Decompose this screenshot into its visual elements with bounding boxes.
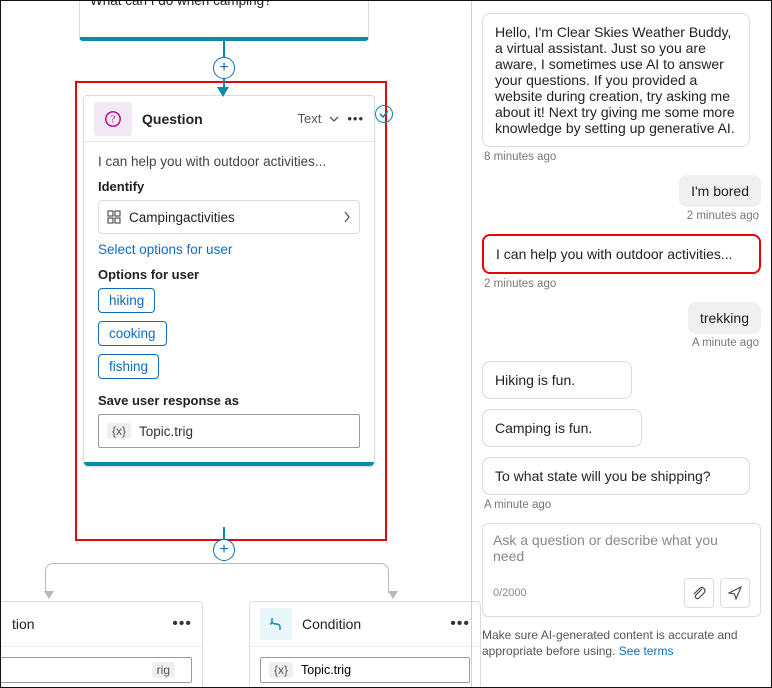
bot-message-4: To what state will you be shipping? — [482, 457, 750, 495]
save-label: Save user response as — [98, 393, 360, 408]
select-options-link[interactable]: Select options for user — [98, 242, 232, 257]
variable-value-right: Topic.trig — [301, 663, 351, 677]
identify-label: Identify — [98, 179, 360, 194]
arrow-down-icon-3 — [388, 591, 398, 599]
validation-check-icon — [375, 105, 393, 123]
condition-icon — [260, 608, 292, 640]
app-root: What activities can I do outdoors? What … — [0, 0, 772, 688]
flow-canvas[interactable]: What activities can I do outdoors? What … — [1, 1, 471, 688]
condition-more-button-left[interactable]: ••• — [172, 615, 192, 633]
trigger-line2: What can I do when camping? — [90, 0, 358, 8]
condition-title-right: Condition — [302, 616, 450, 632]
condition-var-right[interactable]: {x} Topic.trig — [260, 657, 470, 683]
disclaimer-text: Make sure AI-generated content is accura… — [482, 627, 761, 659]
identify-selector[interactable]: Campingactivities — [98, 200, 360, 234]
condition-node-left[interactable]: tion ••• rig — [0, 601, 203, 688]
timestamp-b4: A minute ago — [484, 499, 761, 511]
see-terms-link[interactable]: See terms — [619, 644, 674, 658]
condition-more-button-right[interactable]: ••• — [450, 615, 470, 633]
bot-message-highlighted: I can help you with outdoor activities..… — [482, 234, 761, 274]
question-type-label[interactable]: Text — [298, 111, 322, 126]
identify-value: Campingactivities — [129, 210, 235, 225]
svg-text:?: ? — [111, 114, 116, 125]
bot-message-2: Hiking is fun. — [482, 361, 632, 399]
bot-message-intro: Hello, I'm Clear Skies Weather Buddy, a … — [482, 13, 750, 147]
option-chip-cooking[interactable]: cooking — [98, 321, 167, 346]
arrow-down-icon — [217, 87, 229, 97]
condition-node-right[interactable]: Condition ••• {x} Topic.trig — [249, 601, 481, 688]
options-label: Options for user — [98, 267, 360, 282]
entity-icon — [107, 210, 121, 224]
question-message[interactable]: I can help you with outdoor activities..… — [98, 154, 360, 169]
question-more-button[interactable]: ••• — [347, 111, 364, 126]
question-icon: ? — [94, 102, 132, 136]
question-accent-bar — [84, 462, 374, 466]
chat-panel: Hello, I'm Clear Skies Weather Buddy, a … — [472, 1, 771, 688]
add-node-button-1[interactable]: + — [213, 57, 235, 79]
timestamp-u2: A minute ago — [692, 337, 759, 349]
timestamp-b1: 2 minutes ago — [484, 278, 761, 290]
chat-input-box[interactable]: Ask a question or describe what you need… — [482, 523, 761, 617]
condition-var-left[interactable]: rig — [0, 657, 192, 683]
variable-value-left: rig — [152, 662, 175, 678]
question-title: Question — [142, 111, 298, 127]
option-chip-fishing[interactable]: fishing — [98, 354, 159, 379]
add-node-button-2[interactable]: + — [213, 539, 235, 561]
user-message-1: I'm bored — [679, 175, 761, 207]
user-message-2: trekking — [688, 302, 761, 334]
variable-icon-2: {x} — [269, 662, 293, 678]
chat-placeholder: Ask a question or describe what you need — [493, 532, 750, 568]
attach-button[interactable] — [684, 578, 714, 608]
chevron-right-icon — [343, 211, 351, 223]
trigger-node[interactable]: What activities can I do outdoors? What … — [79, 0, 369, 41]
option-chip-hiking[interactable]: hiking — [98, 288, 155, 313]
bot-message-3: Camping is fun. — [482, 409, 642, 447]
branch-connector — [45, 563, 389, 593]
save-variable-value: Topic.trig — [139, 424, 193, 439]
question-header: ? Question Text ••• — [84, 96, 374, 142]
variable-icon: {x} — [107, 423, 131, 439]
arrow-down-icon-2 — [44, 591, 54, 599]
send-button[interactable] — [720, 578, 750, 608]
char-count: 0/2000 — [493, 587, 678, 599]
question-node[interactable]: ? Question Text ••• I can help you with … — [83, 95, 375, 467]
timestamp-intro: 8 minutes ago — [484, 151, 761, 163]
save-variable-input[interactable]: {x} Topic.trig — [98, 414, 360, 448]
send-icon — [727, 585, 743, 601]
condition-title-left: tion — [0, 616, 172, 632]
timestamp-u1: 2 minutes ago — [687, 210, 759, 222]
chevron-down-icon[interactable] — [329, 114, 339, 124]
paperclip-icon — [691, 585, 707, 601]
